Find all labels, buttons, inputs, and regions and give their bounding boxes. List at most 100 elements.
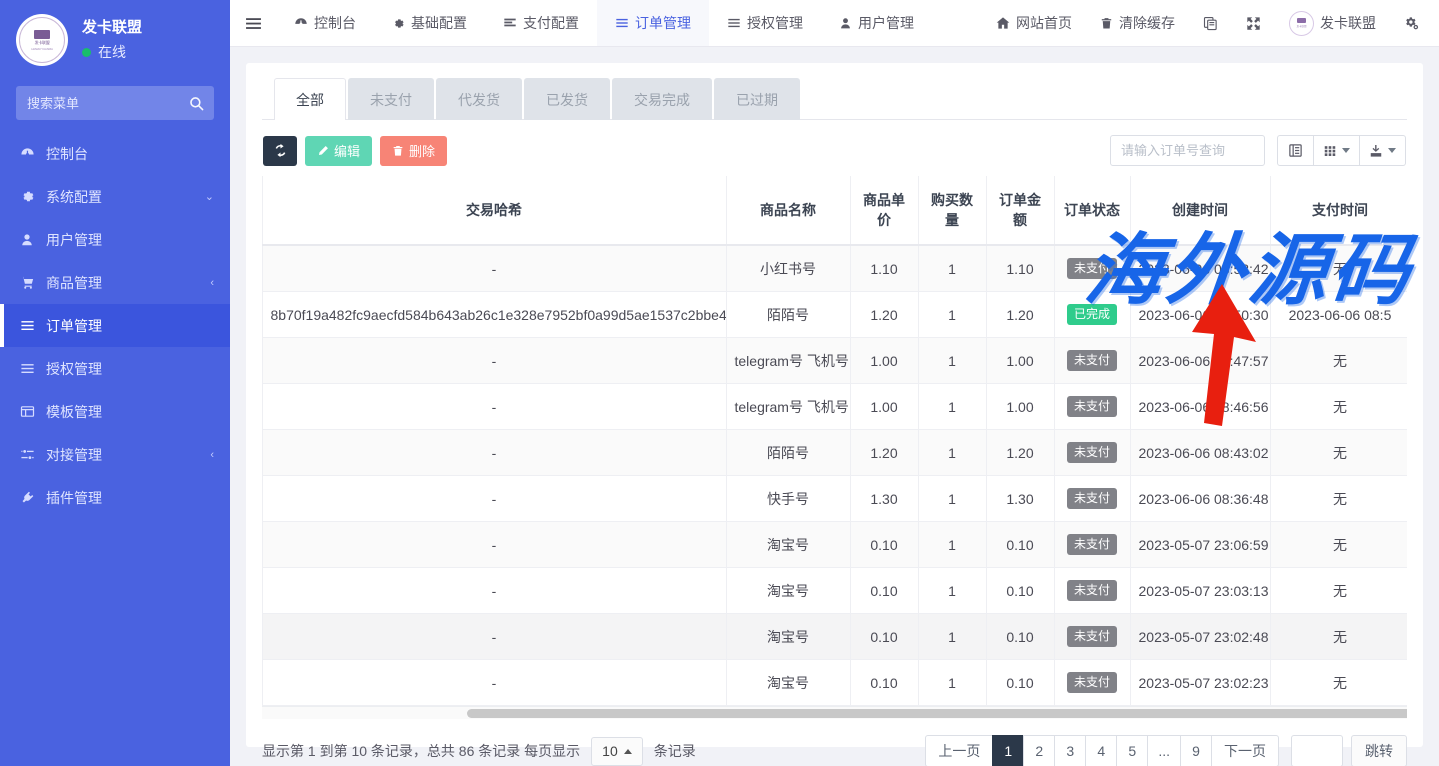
sidebar-item-user-management[interactable]: 用户管理 [0, 218, 230, 261]
cell-paid-time: 无 [1270, 614, 1407, 660]
scrollbar-thumb[interactable] [467, 709, 1407, 718]
tab-completed[interactable]: 交易完成 [612, 78, 712, 120]
page-button-5[interactable]: 5 [1116, 735, 1148, 766]
cell-product-name: 淘宝号 [726, 522, 850, 568]
edit-button[interactable]: 编辑 [305, 136, 372, 166]
table-row[interactable]: 56 - telegram号 飞机号 1.00 1 1.00 未支付 2023-… [262, 384, 1407, 430]
tab-all[interactable]: 全部 [274, 78, 346, 120]
clear-cache-button[interactable]: 清除缓存 [1086, 0, 1189, 46]
cell-paid-time: 无 [1270, 476, 1407, 522]
app-root: 发卡联盟 HAIWAI YUANMA 发卡联盟 在线 [0, 0, 1439, 766]
tab-label: 代发货 [458, 92, 500, 108]
page-button-3[interactable]: 3 [1054, 735, 1086, 766]
jump-button[interactable]: 跳转 [1351, 735, 1407, 766]
cell-product-name: 快手号 [726, 476, 850, 522]
table-row[interactable]: - 淘宝号 0.10 1 0.10 未支付 2023-05-07 23:02:4… [262, 614, 1407, 660]
page-button-1[interactable]: 1 [992, 735, 1024, 766]
next-page-button[interactable]: 下一页 [1211, 735, 1279, 766]
plug-icon [20, 490, 42, 505]
tab-dashboard[interactable]: 控制台 [276, 0, 374, 46]
fullscreen-button[interactable] [1232, 0, 1275, 46]
sidebar-item-dashboard[interactable]: 控制台 [0, 132, 230, 175]
sidebar-item-plugin-management[interactable]: 插件管理 [0, 476, 230, 519]
grid-view-button[interactable] [1314, 135, 1360, 166]
page-button-9[interactable]: 9 [1180, 735, 1212, 766]
tab-label: 控制台 [314, 13, 356, 33]
column-header-order-amount[interactable]: 订单金额 [986, 176, 1054, 245]
table-row[interactable]: 56 - 快手号 1.30 1 1.30 未支付 2023-06-06 08:3… [262, 476, 1407, 522]
sidebar-item-order-management[interactable]: 订单管理 [0, 304, 230, 347]
cell-paid-time: 无 [1270, 522, 1407, 568]
table-row[interactable]: 56 8b70f19a482fc9aecfd584b643ab26c1e328e… [262, 292, 1407, 338]
top-nav: 控制台 基础配置 支付配置 订单管理 授权管理 [276, 0, 932, 46]
sidebar-item-template-management[interactable]: 模板管理 [0, 390, 230, 433]
search-input[interactable] [1110, 135, 1265, 166]
search-icon[interactable] [186, 93, 206, 113]
column-header-created-time[interactable]: 创建时间 [1130, 176, 1270, 245]
tab-authorization-management[interactable]: 授权管理 [709, 0, 821, 46]
column-header-paid-time[interactable]: 支付时间 [1270, 176, 1407, 245]
table-row[interactable]: 56 - telegram号 飞机号 1.00 1 1.00 未支付 2023-… [262, 338, 1407, 384]
website-home-button[interactable]: 网站首页 [982, 0, 1086, 46]
online-dot-icon [82, 48, 91, 57]
cell-hash: - [262, 476, 726, 522]
sidebar-item-system-config[interactable]: 系统配置 ⌄ [0, 175, 230, 218]
page-button-4[interactable]: 4 [1085, 735, 1117, 766]
avatar: 发卡联盟 [1289, 11, 1314, 36]
cell-quantity: 1 [918, 476, 986, 522]
tab-basic-config[interactable]: 基础配置 [374, 0, 485, 46]
delete-button[interactable]: 删除 [380, 136, 447, 166]
table-row[interactable]: 1 - 小红书号 1.10 1 1.10 未支付 2023-06-06 08:5… [262, 245, 1407, 292]
table-body: 1 - 小红书号 1.10 1 1.10 未支付 2023-06-06 08:5… [262, 245, 1407, 706]
table-row[interactable]: q.com - 淘宝号 0.10 1 0.10 未支付 2023-05-07 2… [262, 522, 1407, 568]
cell-created-time: 2023-06-06 08:58:42 [1130, 245, 1270, 292]
column-header-quantity[interactable]: 购买数量 [918, 176, 986, 245]
sidebar-item-authorization-management[interactable]: 授权管理 [0, 347, 230, 390]
column-header-order-status[interactable]: 订单状态 [1054, 176, 1130, 245]
tab-expired[interactable]: 已过期 [714, 78, 800, 120]
cell-quantity: 1 [918, 292, 986, 338]
topbar-label: 网站首页 [1016, 13, 1072, 33]
cell-product-name: 淘宝号 [726, 614, 850, 660]
cell-order-status: 未支付 [1054, 476, 1130, 522]
columns-toggle-button[interactable] [1277, 135, 1314, 166]
table-row[interactable]: - 淘宝号 0.10 1 0.10 未支付 2023-05-07 23:02:2… [262, 660, 1407, 706]
search-menu-input[interactable] [16, 86, 214, 120]
user-profile-button[interactable]: 发卡联盟 发卡联盟 [1275, 0, 1390, 46]
tab-shipped[interactable]: 已发货 [524, 78, 610, 120]
tab-user-management[interactable]: 用户管理 [821, 0, 932, 46]
brand-name: 发卡联盟 [82, 18, 142, 38]
page-button-2[interactable]: 2 [1023, 735, 1055, 766]
column-header-product-name[interactable]: 商品名称 [726, 176, 850, 245]
tab-label: 已发货 [546, 92, 588, 108]
copy-button[interactable] [1189, 0, 1232, 46]
tab-unpaid[interactable]: 未支付 [348, 78, 434, 120]
tab-payment-config[interactable]: 支付配置 [485, 0, 597, 46]
table-row[interactable]: - 淘宝号 0.10 1 0.10 未支付 2023-05-07 23:03:1… [262, 568, 1407, 614]
column-header-unit-price[interactable]: 商品单价 [850, 176, 918, 245]
column-header-hash[interactable]: 交易哈希 [262, 176, 726, 245]
sidebar-item-integration-management[interactable]: 对接管理 ‹ [0, 433, 230, 476]
cell-order-amount: 1.10 [986, 245, 1054, 292]
cell-quantity: 1 [918, 568, 986, 614]
tab-order-management[interactable]: 订单管理 [597, 0, 709, 46]
table-row[interactable]: 56 - 陌陌号 1.20 1 1.20 未支付 2023-06-06 08:4… [262, 430, 1407, 476]
prev-page-button[interactable]: 上一页 [925, 735, 993, 766]
pagination-info: 显示第 1 到第 10 条记录，总共 86 条记录 每页显示 10 条记录 [262, 737, 696, 766]
export-button[interactable] [1360, 135, 1406, 166]
list-icon [20, 361, 42, 376]
tab-label: 交易完成 [634, 92, 690, 108]
tab-pending-shipment[interactable]: 代发货 [436, 78, 522, 120]
chevron-down-icon: ⌄ [205, 190, 214, 203]
settings-button[interactable] [1390, 0, 1433, 46]
cell-unit-price: 0.10 [850, 660, 918, 706]
hamburger-icon[interactable] [230, 0, 276, 46]
jump-page-input[interactable] [1291, 735, 1343, 766]
window-icon [20, 404, 42, 419]
page-size-select[interactable]: 10 [591, 737, 643, 766]
delete-label: 删除 [409, 141, 435, 160]
sidebar-item-product-management[interactable]: 商品管理 ‹ [0, 261, 230, 304]
cell-created-time: 2023-06-06 08:47:57 [1130, 338, 1270, 384]
refresh-button[interactable] [263, 136, 297, 166]
horizontal-scrollbar[interactable] [262, 706, 1407, 719]
